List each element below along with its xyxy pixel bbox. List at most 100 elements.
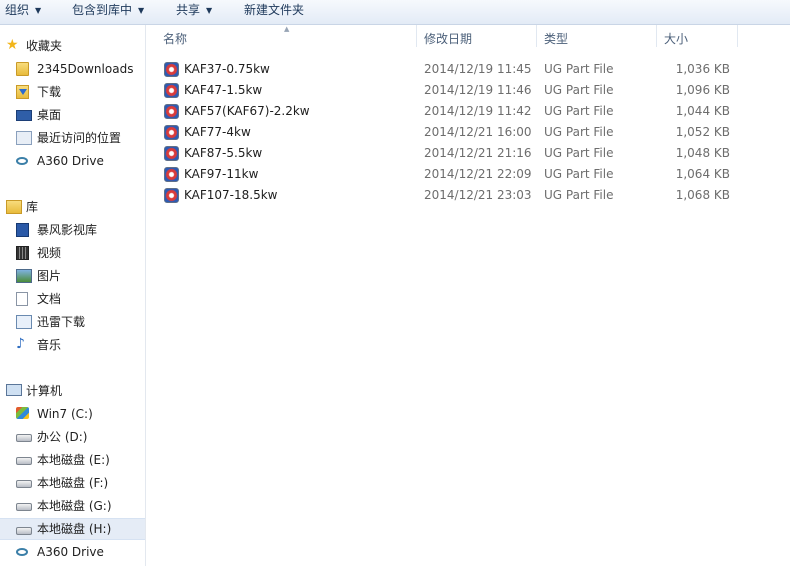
nav-item-label: Win7 (C:) <box>37 407 93 421</box>
file-row[interactable]: KAF87-5.5kw 2014/12/21 21:16 UG Part File 1… <box>160 143 760 164</box>
nav-item-label: 迅雷下载 <box>37 315 86 329</box>
nav-drive-a360[interactable]: A360 Drive <box>0 541 145 563</box>
file-type: UG Part File <box>544 125 614 139</box>
file-date: 2014/12/21 21:16 <box>424 146 532 160</box>
nav-item-downloads[interactable]: 下载 <box>0 81 145 103</box>
column-header-type[interactable]: 类型 <box>544 25 568 51</box>
nav-item-label: 文档 <box>37 292 62 306</box>
media-library-icon <box>16 223 29 237</box>
nav-item-baofeng-library[interactable]: 暴风影视库 <box>0 219 145 241</box>
hard-drive-icon <box>16 434 32 442</box>
column-header-label: 名称 <box>163 32 188 46</box>
command-bar: 组织 ▼ 包含到库中 ▼ 共享 ▼ 新建文件夹 <box>0 0 790 25</box>
file-name: KAF57(KAF67)-2.2kw <box>184 104 310 118</box>
column-header-date[interactable]: 修改日期 <box>424 25 472 51</box>
file-row[interactable]: KAF77-4kw 2014/12/21 16:00 UG Part File 1,0… <box>160 122 760 143</box>
nav-libraries-label: 库 <box>26 200 39 214</box>
column-header-label: 大小 <box>664 32 689 46</box>
nav-item-documents[interactable]: 文档 <box>0 288 145 310</box>
ug-part-file-icon <box>164 167 179 182</box>
organize-label: 组织 <box>5 3 30 17</box>
nav-drive-c[interactable]: Win7 (C:) <box>0 403 145 425</box>
nav-item-label: 办公 (D:) <box>37 430 88 444</box>
nav-item-label: 本地磁盘 (F:) <box>37 476 109 490</box>
nav-item-label: 桌面 <box>37 108 62 122</box>
hard-drive-icon <box>16 503 32 511</box>
ug-part-file-icon <box>164 104 179 119</box>
new-folder-button[interactable]: 新建文件夹 <box>244 0 304 24</box>
hard-drive-icon <box>16 480 32 488</box>
nav-item-recent-places[interactable]: 最近访问的位置 <box>0 127 145 149</box>
nav-drive-g[interactable]: 本地磁盘 (G:) <box>0 495 145 517</box>
nav-item-label: 本地磁盘 (E:) <box>37 453 110 467</box>
nav-favorites[interactable]: ★ 收藏夹 <box>0 35 145 57</box>
ug-part-file-icon <box>164 125 179 140</box>
column-divider[interactable] <box>737 25 738 47</box>
file-size: 1,048 KB <box>675 146 730 160</box>
nav-drive-e[interactable]: 本地磁盘 (E:) <box>0 449 145 471</box>
recent-places-icon <box>16 131 32 145</box>
nav-item-2345downloads[interactable]: 2345Downloads <box>0 58 145 80</box>
file-name: KAF97-11kw <box>184 167 259 181</box>
file-size: 1,064 KB <box>675 167 730 181</box>
organize-button[interactable]: 组织 ▼ <box>5 0 41 24</box>
file-row[interactable]: KAF37-0.75kw 2014/12/19 11:45 UG Part File… <box>160 59 760 80</box>
nav-item-label: 下载 <box>37 85 62 99</box>
file-row[interactable]: KAF57(KAF67)-2.2kw 2014/12/19 11:42 UG Par… <box>160 101 760 122</box>
nav-item-label: A360 Drive <box>37 154 104 168</box>
pictures-icon <box>16 269 32 283</box>
nav-item-label: 暴风影视库 <box>37 223 98 237</box>
folder-icon <box>16 62 29 76</box>
file-row[interactable]: KAF47-1.5kw 2014/12/19 11:46 UG Part File 1… <box>160 80 760 101</box>
nav-drive-f[interactable]: 本地磁盘 (F:) <box>0 472 145 494</box>
file-name: KAF47-1.5kw <box>184 83 263 97</box>
file-date: 2014/12/21 16:00 <box>424 125 532 139</box>
column-divider[interactable] <box>416 25 417 47</box>
file-type: UG Part File <box>544 83 614 97</box>
file-name: KAF77-4kw <box>184 125 251 139</box>
nav-item-videos[interactable]: 视频 <box>0 242 145 264</box>
ug-part-file-icon <box>164 62 179 77</box>
nav-drive-d[interactable]: 办公 (D:) <box>0 426 145 448</box>
file-row[interactable]: KAF97-11kw 2014/12/21 22:09 UG Part File 1,… <box>160 164 760 185</box>
column-divider[interactable] <box>536 25 537 47</box>
video-icon <box>16 246 29 260</box>
navigation-pane: ★ 收藏夹 2345Downloads 下载 桌面 最近访问的位置 A360 D… <box>0 25 146 566</box>
nav-item-pictures[interactable]: 图片 <box>0 265 145 287</box>
nav-item-label: 本地磁盘 (G:) <box>37 499 112 513</box>
nav-libraries[interactable]: 库 <box>0 196 145 218</box>
file-type: UG Part File <box>544 104 614 118</box>
nav-item-a360-drive[interactable]: A360 Drive <box>0 150 145 172</box>
star-icon: ★ <box>6 37 19 53</box>
file-row[interactable]: KAF107-18.5kw 2014/12/21 23:03 UG Part Fil… <box>160 185 760 206</box>
file-date: 2014/12/21 23:03 <box>424 188 532 202</box>
a360-drive-icon <box>16 157 28 165</box>
file-size: 1,052 KB <box>675 125 730 139</box>
file-type: UG Part File <box>544 146 614 160</box>
nav-computer-label: 计算机 <box>26 384 63 398</box>
nav-item-label: 视频 <box>37 246 62 260</box>
computer-icon <box>6 384 22 396</box>
nav-item-music[interactable]: ♪ 音乐 <box>0 334 145 356</box>
column-divider[interactable] <box>656 25 657 47</box>
column-header-label: 修改日期 <box>424 32 473 46</box>
file-size: 1,096 KB <box>675 83 730 97</box>
chevron-down-icon: ▼ <box>35 6 42 15</box>
share-button[interactable]: 共享 ▼ <box>176 0 212 24</box>
file-size: 1,044 KB <box>675 104 730 118</box>
download-folder-icon <box>16 85 29 99</box>
nav-drive-h[interactable]: 本地磁盘 (H:) <box>0 518 145 540</box>
file-size: 1,036 KB <box>675 62 730 76</box>
nav-item-label: 最近访问的位置 <box>37 131 122 145</box>
column-header-size[interactable]: 大小 <box>664 25 688 51</box>
nav-item-desktop[interactable]: 桌面 <box>0 104 145 126</box>
nav-item-label: 图片 <box>37 269 62 283</box>
nav-item-label: 音乐 <box>37 338 62 352</box>
file-name: KAF107-18.5kw <box>184 188 278 202</box>
nav-item-thunder-downloads[interactable]: 迅雷下载 <box>0 311 145 333</box>
ug-part-file-icon <box>164 83 179 98</box>
hard-drive-icon <box>16 527 32 535</box>
nav-computer[interactable]: 计算机 <box>0 380 145 402</box>
include-in-library-button[interactable]: 包含到库中 ▼ <box>72 0 144 24</box>
column-header-name[interactable]: 名称 <box>163 25 187 51</box>
